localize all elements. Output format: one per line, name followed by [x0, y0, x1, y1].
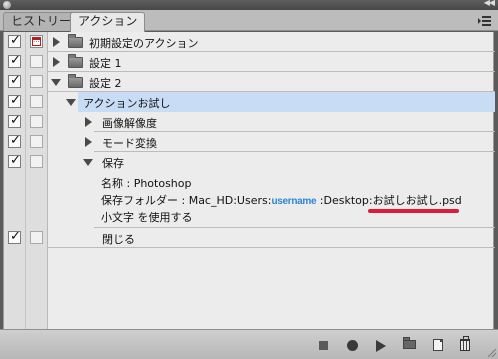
dialog-toggle[interactable]	[30, 115, 43, 128]
toggle-checkbox[interactable]: ✓	[8, 53, 21, 68]
username-text: username	[271, 196, 317, 207]
dialog-toggle[interactable]	[30, 55, 43, 68]
resize-grip-icon[interactable]	[488, 349, 496, 357]
action-step-row[interactable]: ✓ 画像解像度	[4, 112, 495, 132]
collapse-arrow-icon[interactable]	[51, 79, 61, 86]
folder-icon	[68, 74, 83, 88]
toggle-checkbox[interactable]: ✓	[8, 153, 21, 168]
action-set-row[interactable]: ✓ 初期設定のアクション	[4, 32, 495, 52]
tab-actions[interactable]: アクション	[70, 12, 146, 32]
trash-icon[interactable]	[460, 336, 470, 351]
panel-tab-bar: ヒストリー アクション	[0, 10, 498, 32]
toggle-checkbox[interactable]: ✓	[8, 229, 21, 244]
panel-menu-icon[interactable]	[478, 16, 491, 26]
toggle-checkbox[interactable]: ✓	[8, 113, 21, 128]
action-step-row[interactable]: ✓ モード変換	[4, 132, 495, 152]
step-label: モード変換	[102, 137, 157, 150]
panel-title-bar: ◀◀	[0, 0, 498, 10]
dialog-toggle[interactable]	[30, 35, 43, 48]
folder-prefix: 保存フォルダー : Mac_HD:Users:	[101, 194, 272, 207]
checkmark-icon: ✓	[10, 33, 21, 48]
expand-arrow-icon[interactable]	[53, 37, 60, 47]
checkmark-icon: ✓	[10, 93, 21, 108]
action-set-row[interactable]: ✓ 設定 1	[4, 52, 495, 72]
checkmark-icon: ✓	[10, 113, 21, 128]
expand-arrow-icon[interactable]	[53, 57, 60, 67]
actions-toolbar	[0, 329, 498, 359]
folder-mid: :Desktop:	[316, 194, 373, 207]
stop-icon[interactable]	[319, 341, 328, 350]
file-name-text: お試しお試し.psd	[372, 194, 462, 207]
tab-history[interactable]: ヒストリー	[3, 12, 80, 31]
collapse-panel-icon[interactable]: ◀◀	[484, 0, 495, 7]
dialog-toggle[interactable]	[30, 95, 43, 108]
action-step-row[interactable]: ✓ 保存	[4, 152, 495, 172]
checkmark-icon: ✓	[10, 229, 21, 244]
checkmark-icon: ✓	[10, 73, 21, 88]
toggle-checkbox[interactable]: ✓	[8, 93, 21, 108]
action-set-label: 設定 2	[89, 77, 122, 90]
lowercase-detail: 小文字 を使用する	[101, 211, 193, 224]
dialog-toggle[interactable]	[30, 75, 43, 88]
action-row[interactable]: ✓ アクションお試し	[4, 92, 495, 112]
record-icon[interactable]	[347, 340, 358, 351]
action-set-row[interactable]: ✓ 設定 2	[4, 72, 495, 92]
toggle-checkbox[interactable]: ✓	[8, 73, 21, 88]
new-action-icon[interactable]	[433, 339, 443, 351]
close-icon[interactable]	[3, 1, 11, 9]
collapse-arrow-icon[interactable]	[66, 99, 76, 106]
actions-list: ✓ 初期設定のアクション ✓ 設定 1 ✓ 設定 2 ✓ アクションお試し ✓	[3, 32, 495, 329]
new-set-icon[interactable]	[403, 337, 416, 349]
folder-icon	[68, 34, 83, 48]
dialog-toggle[interactable]	[30, 231, 43, 244]
checkmark-icon: ✓	[10, 153, 21, 168]
folder-icon	[68, 54, 83, 68]
checkmark-icon: ✓	[10, 53, 21, 68]
dialog-toggle[interactable]	[30, 155, 43, 168]
toggle-checkbox[interactable]: ✓	[8, 133, 21, 148]
step-label: 閉じる	[102, 233, 135, 246]
save-folder-detail: 保存フォルダー : Mac_HD:Users:username :Desktop…	[101, 192, 462, 208]
expand-arrow-icon[interactable]	[85, 117, 92, 127]
action-step-row[interactable]: ✓ 閉じる	[4, 228, 495, 248]
toggle-checkbox[interactable]: ✓	[8, 33, 21, 48]
expand-arrow-icon[interactable]	[85, 137, 92, 147]
collapse-arrow-icon[interactable]	[83, 159, 93, 166]
action-set-label: 初期設定のアクション	[89, 37, 199, 50]
annotation-underline	[368, 209, 459, 213]
dialog-toggle[interactable]	[30, 135, 43, 148]
dialog-icon	[32, 36, 41, 46]
step-label: 画像解像度	[102, 117, 157, 130]
checkmark-icon: ✓	[10, 133, 21, 148]
action-set-label: 設定 1	[89, 57, 122, 70]
action-label: アクションお試し	[83, 97, 171, 110]
step-label: 保存	[102, 157, 124, 170]
save-name-detail: 名称 : Photoshop	[101, 177, 192, 190]
play-icon[interactable]	[376, 340, 386, 352]
